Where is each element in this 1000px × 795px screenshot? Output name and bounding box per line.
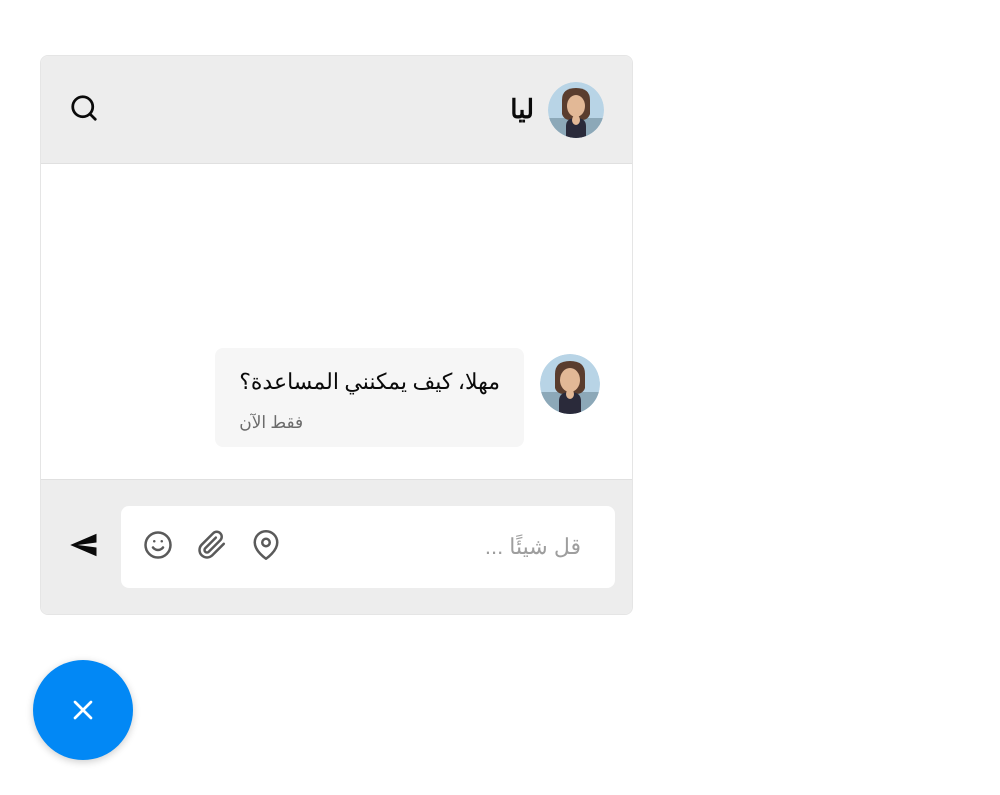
- send-icon[interactable]: [69, 530, 99, 564]
- close-icon: [67, 694, 99, 726]
- chat-footer: [41, 480, 632, 614]
- avatar[interactable]: [548, 82, 604, 138]
- message-text: مهلا، كيف يمكنني المساعدة؟: [239, 368, 500, 399]
- attachment-icon[interactable]: [197, 530, 227, 564]
- avatar[interactable]: [540, 354, 600, 414]
- emoji-icon[interactable]: [143, 530, 173, 564]
- header-contact: ليا: [510, 82, 604, 138]
- chat-widget: ليا: [40, 55, 633, 615]
- chat-header: ليا: [41, 56, 632, 164]
- message-timestamp: فقط الآن: [239, 413, 500, 433]
- message-composer: [121, 506, 615, 588]
- chat-body: مهلا، كيف يمكنني المساعدة؟ فقط الآن: [41, 164, 632, 480]
- message-bubble: مهلا، كيف يمكنني المساعدة؟ فقط الآن: [215, 348, 524, 447]
- location-icon[interactable]: [251, 530, 281, 564]
- composer-icons: [143, 530, 281, 564]
- contact-name: ليا: [510, 95, 534, 125]
- close-button[interactable]: [33, 660, 133, 760]
- message-input[interactable]: [281, 534, 593, 560]
- message-row: مهلا، كيف يمكنني المساعدة؟ فقط الآن: [41, 348, 632, 479]
- search-icon[interactable]: [69, 93, 99, 127]
